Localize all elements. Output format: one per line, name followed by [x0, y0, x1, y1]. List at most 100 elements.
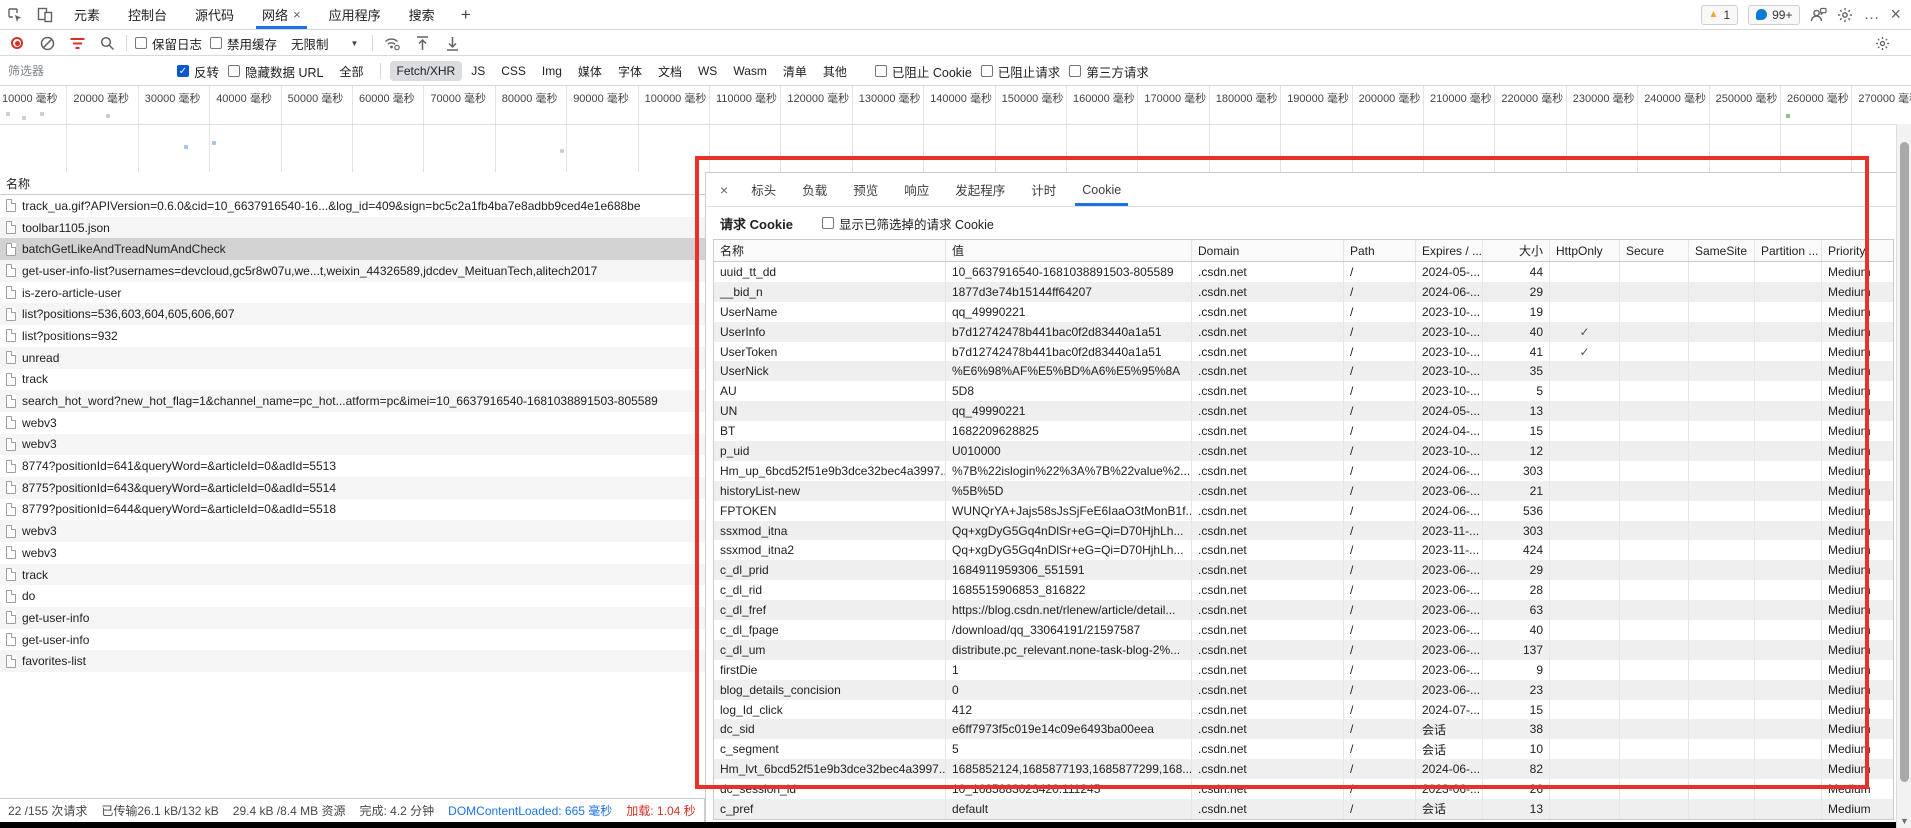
request-row[interactable]: do: [0, 585, 705, 607]
filter-type---[interactable]: 清单: [776, 60, 814, 83]
filter-type-img[interactable]: Img: [535, 61, 569, 81]
filter-type-ws[interactable]: WS: [691, 61, 724, 81]
search-button[interactable]: [96, 32, 118, 54]
request-row[interactable]: 8775?positionId=643&queryWord=&articleId…: [0, 477, 705, 499]
detail-tab-预览[interactable]: 预览: [840, 173, 891, 206]
cookie-row[interactable]: c_dl_fpage/download/qq_33064191/21597587…: [714, 620, 1893, 640]
warnings-badge[interactable]: ▲ 1: [1701, 5, 1739, 25]
detail-tab-发起程序[interactable]: 发起程序: [942, 173, 1018, 206]
more-tabs-button[interactable]: +: [449, 0, 483, 29]
cookie-row[interactable]: log_Id_click412.csdn.net/2024-07-...15Me…: [714, 700, 1893, 720]
filter-type-all[interactable]: 全部: [333, 60, 371, 83]
device-toolbar-icon[interactable]: [30, 0, 60, 29]
column-header-priority[interactable]: Priority: [1822, 240, 1893, 261]
request-row[interactable]: track_ua.gif?APIVersion=0.6.0&cid=10_663…: [0, 195, 705, 217]
detail-tab-cookie[interactable]: Cookie: [1069, 173, 1134, 206]
messages-badge[interactable]: 99+: [1748, 5, 1800, 25]
request-row[interactable]: search_hot_word?new_hot_flag=1&channel_n…: [0, 390, 705, 412]
import-har-button[interactable]: [411, 32, 433, 54]
column-header-domain[interactable]: Domain: [1192, 240, 1344, 261]
request-row[interactable]: track: [0, 564, 705, 586]
filter-type-css[interactable]: CSS: [494, 61, 533, 81]
request-row[interactable]: get-user-info: [0, 607, 705, 629]
devtools-tab-搜索[interactable]: 搜索: [395, 0, 449, 29]
column-header-secure[interactable]: Secure: [1620, 240, 1689, 261]
cookie-row[interactable]: UserNick%E6%98%AF%E5%BD%A6%E5%95%8A.csdn…: [714, 361, 1893, 381]
detail-tab-计时[interactable]: 计时: [1018, 173, 1069, 206]
filter-type---[interactable]: 字体: [611, 60, 649, 83]
filter-type-wasm[interactable]: Wasm: [726, 61, 774, 81]
column-header-expires[interactable]: Expires / ...: [1416, 240, 1483, 261]
scrollbar-down-arrow[interactable]: ▼: [1897, 816, 1911, 826]
request-row[interactable]: webv3: [0, 542, 705, 564]
cookie-row[interactable]: Hm_up_6bcd52f51e9b3dce32bec4a3997...%7B%…: [714, 461, 1893, 481]
cookie-row[interactable]: c_segment5.csdn.net/会话10Medium: [714, 739, 1893, 759]
column-header-path[interactable]: Path: [1344, 240, 1416, 261]
detail-tab-标头[interactable]: 标头: [738, 173, 789, 206]
filter-button[interactable]: [66, 32, 88, 54]
column-header-samesite[interactable]: SameSite: [1689, 240, 1755, 261]
column-header-[interactable]: 值: [946, 240, 1192, 261]
filter-type---[interactable]: 媒体: [571, 60, 609, 83]
devtools-tab-网络[interactable]: 网络×: [248, 0, 315, 29]
request-row[interactable]: unread: [0, 347, 705, 369]
throttling-dropdown[interactable]: 无限制 ▼: [285, 32, 364, 55]
detail-tab-响应[interactable]: 响应: [891, 173, 942, 206]
devtools-tab-源代码[interactable]: 源代码: [181, 0, 248, 29]
close-detail-pane-button[interactable]: ×: [710, 173, 738, 206]
blocked-cookies-checkbox[interactable]: 已阻止 Cookie: [875, 62, 972, 81]
vertical-scrollbar[interactable]: ▼: [1896, 124, 1911, 828]
show-filtered-cookies-checkbox[interactable]: 显示已筛选掉的请求 Cookie: [822, 214, 994, 233]
preserve-log-checkbox[interactable]: 保留日志: [135, 34, 202, 53]
cookie-row[interactable]: c_dl_prid1684911959306_551591.csdn.net/2…: [714, 560, 1893, 580]
close-devtools-icon[interactable]: ×: [1890, 4, 1901, 25]
cookie-row[interactable]: c_dl_rid1685515906853_816822.csdn.net/20…: [714, 580, 1893, 600]
filter-input[interactable]: [8, 64, 138, 78]
cookie-row[interactable]: dc_session_id10_1685883023420.111245.csd…: [714, 779, 1893, 799]
cookie-row[interactable]: AU5D8.csdn.net/2023-10-...5Medium: [714, 381, 1893, 401]
column-header-[interactable]: 大小: [1483, 240, 1550, 261]
cookie-row[interactable]: __bid_n1877d3e74b15144ff64207.csdn.net/2…: [714, 282, 1893, 302]
name-column-header[interactable]: 名称: [0, 172, 705, 195]
third-party-checkbox[interactable]: 第三方请求: [1069, 62, 1149, 81]
cookie-row[interactable]: Hm_lvt_6bcd52f51e9b3dce32bec4a3997...168…: [714, 759, 1893, 779]
request-row[interactable]: 8774?positionId=641&queryWord=&articleId…: [0, 455, 705, 477]
detail-tab-负载[interactable]: 负载: [789, 173, 840, 206]
filter-type-js[interactable]: JS: [464, 61, 492, 81]
cookie-row[interactable]: dc_side6ff7973f5c019e14c09e6493ba00eea.c…: [714, 719, 1893, 739]
request-row[interactable]: list?positions=932: [0, 325, 705, 347]
request-row[interactable]: webv3: [0, 520, 705, 542]
clear-button[interactable]: [36, 32, 58, 54]
more-options-icon[interactable]: …: [1863, 6, 1880, 24]
cookie-row[interactable]: FPTOKENWUNQrYA+Jajs58sJsSjFeE6IaaO3tMonB…: [714, 501, 1893, 521]
network-settings-gear-icon[interactable]: [1871, 32, 1893, 54]
column-header-[interactable]: 名称: [714, 240, 946, 261]
filter-type---[interactable]: 文档: [651, 60, 689, 83]
cookie-row[interactable]: p_uidU010000.csdn.net/2023-10-...12Mediu…: [714, 441, 1893, 461]
request-row[interactable]: webv3: [0, 434, 705, 456]
inspect-element-icon[interactable]: [0, 0, 30, 29]
devtools-tab-应用程序[interactable]: 应用程序: [315, 0, 395, 29]
blocked-requests-checkbox[interactable]: 已阻止请求: [981, 62, 1061, 81]
cookie-row[interactable]: c_dl_frefhttps://blog.csdn.net/rlenew/ar…: [714, 600, 1893, 620]
cookie-row[interactable]: BT1682209628825.csdn.net/2024-04-...15Me…: [714, 421, 1893, 441]
filter-type---[interactable]: 其他: [816, 60, 854, 83]
invert-checkbox[interactable]: ✓ 反转: [177, 62, 219, 81]
feedback-icon[interactable]: [1810, 7, 1827, 23]
cookie-row[interactable]: UserNameqq_49990221.csdn.net/2023-10-...…: [714, 302, 1893, 322]
request-row[interactable]: get-user-info-list?usernames=devcloud,gc…: [0, 260, 705, 282]
cookie-row[interactable]: blog_details_concision0.csdn.net/2023-06…: [714, 680, 1893, 700]
request-row[interactable]: track: [0, 369, 705, 391]
tab-close-icon[interactable]: ×: [293, 7, 301, 22]
cookie-row[interactable]: ssxmod_itna2Qq+xgDyG5Gq4nDlSr+eG=Qi=D70H…: [714, 540, 1893, 560]
request-row[interactable]: webv3: [0, 412, 705, 434]
request-row[interactable]: is-zero-article-user: [0, 282, 705, 304]
export-har-button[interactable]: [441, 32, 463, 54]
cookie-row[interactable]: c_dl_umdistribute.pc_relevant.none-task-…: [714, 640, 1893, 660]
devtools-tab-元素[interactable]: 元素: [60, 0, 114, 29]
cookie-row[interactable]: UNqq_49990221.csdn.net/2024-05-...13Medi…: [714, 401, 1893, 421]
disable-cache-checkbox[interactable]: 禁用缓存: [210, 34, 277, 53]
devtools-tab-控制台[interactable]: 控制台: [114, 0, 181, 29]
record-button[interactable]: [6, 32, 28, 54]
settings-gear-icon[interactable]: [1837, 7, 1853, 23]
